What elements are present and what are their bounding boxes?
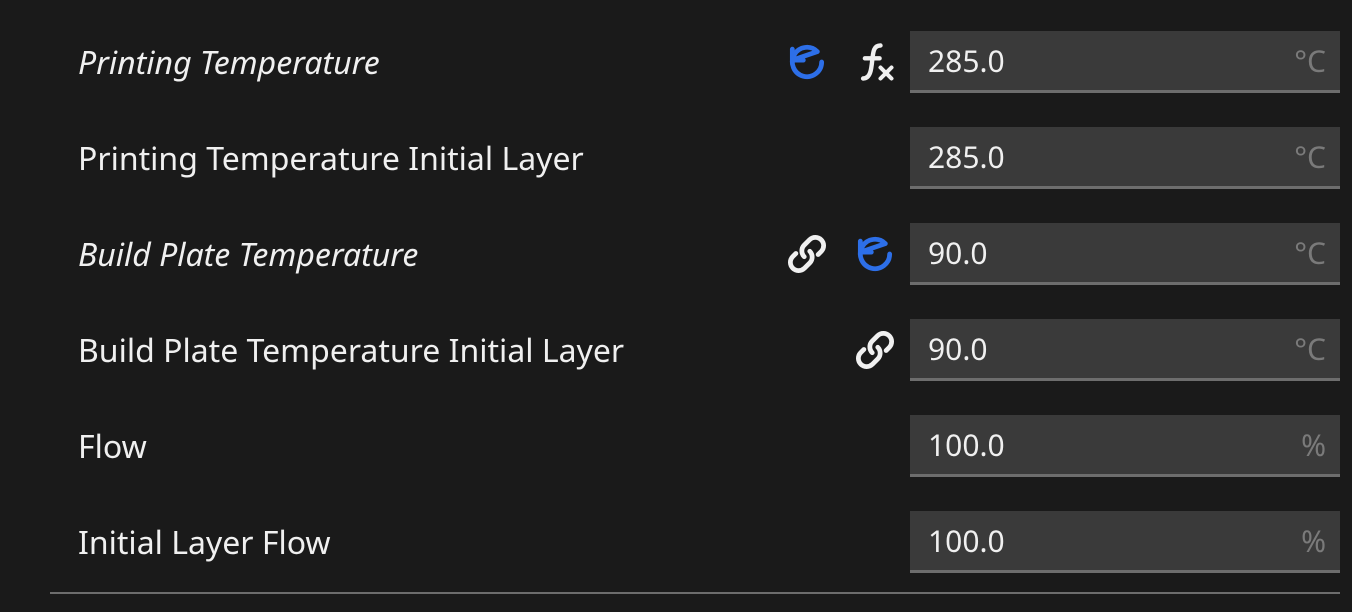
setting-unit: °C: [1294, 232, 1340, 273]
setting-input[interactable]: [910, 39, 1294, 82]
setting-input-container: °C: [910, 127, 1340, 189]
setting-input-container: °C: [910, 223, 1340, 285]
setting-input-container: °C: [910, 319, 1340, 381]
reset-icon[interactable]: [852, 231, 898, 277]
setting-icons: [708, 327, 910, 373]
setting-row-flow: Flow %: [0, 398, 1352, 494]
setting-input[interactable]: [910, 423, 1301, 466]
setting-label: Flow: [0, 425, 708, 468]
setting-input[interactable]: [910, 519, 1301, 562]
setting-label: Build Plate Temperature: [0, 233, 708, 276]
setting-row-printing-temperature: Printing Temperature °C: [0, 14, 1352, 110]
setting-row-printing-temperature-initial-layer: Printing Temperature Initial Layer °C: [0, 110, 1352, 206]
setting-input[interactable]: [910, 135, 1294, 178]
setting-input[interactable]: [910, 231, 1294, 274]
setting-row-build-plate-temperature-initial-layer: Build Plate Temperature Initial Layer °C: [0, 302, 1352, 398]
setting-input[interactable]: [910, 327, 1294, 370]
link-icon[interactable]: [852, 327, 898, 373]
setting-input-container: %: [910, 511, 1340, 573]
setting-icons: [708, 39, 910, 85]
reset-icon[interactable]: [784, 39, 830, 85]
setting-unit: %: [1301, 520, 1340, 561]
setting-unit: °C: [1294, 40, 1340, 81]
setting-row-initial-layer-flow: Initial Layer Flow %: [0, 494, 1352, 590]
setting-unit: %: [1301, 424, 1340, 465]
settings-panel: Printing Temperature °C: [0, 0, 1352, 594]
setting-row-build-plate-temperature: Build Plate Temperature °C: [0, 206, 1352, 302]
setting-input-container: °C: [910, 31, 1340, 93]
function-icon[interactable]: [852, 39, 898, 85]
setting-input-container: %: [910, 415, 1340, 477]
setting-label: Printing Temperature Initial Layer: [0, 137, 708, 180]
setting-label: Initial Layer Flow: [0, 521, 708, 564]
setting-unit: °C: [1294, 328, 1340, 369]
section-separator: [50, 592, 1340, 594]
setting-label: Printing Temperature: [0, 41, 708, 84]
setting-icons: [708, 231, 910, 277]
setting-unit: °C: [1294, 136, 1340, 177]
link-icon[interactable]: [784, 231, 830, 277]
setting-label: Build Plate Temperature Initial Layer: [0, 329, 708, 372]
